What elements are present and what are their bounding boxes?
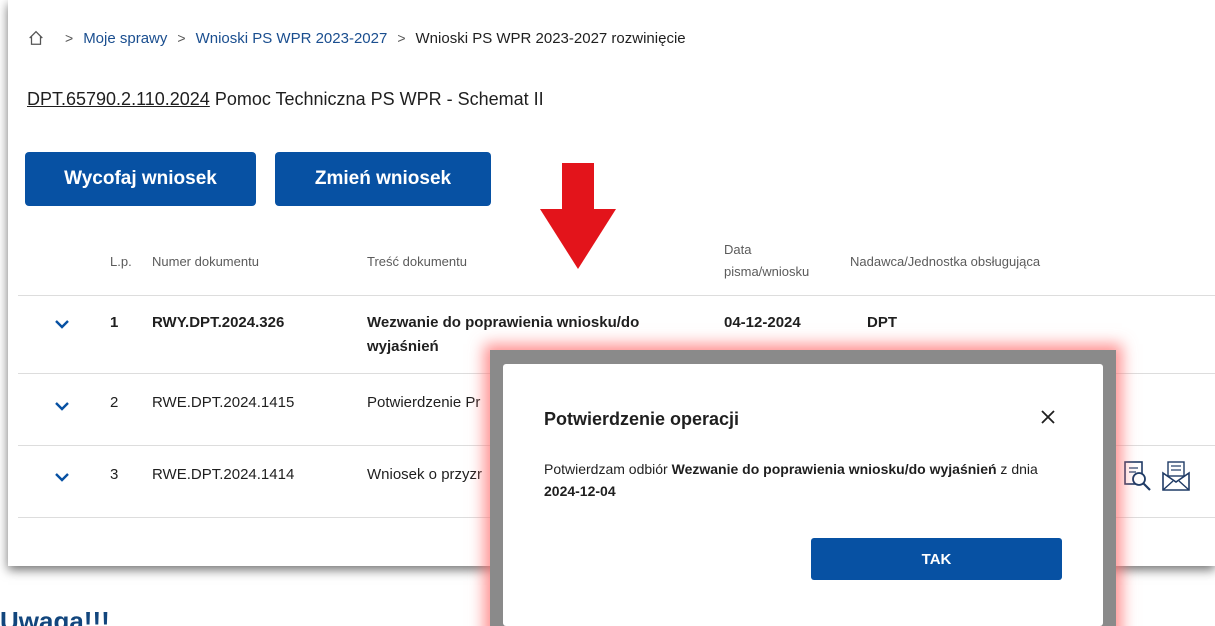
row-divider <box>18 295 1215 296</box>
search-document-icon[interactable] <box>1120 459 1154 493</box>
breadcrumb-separator: > <box>177 30 186 46</box>
header-document-content: Treść dokumentu <box>367 254 467 269</box>
case-header: DPT.65790.2.110.2024 Pomoc Techniczna PS… <box>27 89 544 110</box>
dialog-document-name: Wezwanie do poprawienia wniosku/do wyjaś… <box>671 461 997 477</box>
breadcrumb-current: Wnioski PS WPR 2023-2027 rozwinięcie <box>415 29 686 47</box>
dialog-message-prefix: Potwierdzam odbiór <box>544 461 672 477</box>
chevron-down-icon[interactable] <box>54 401 70 411</box>
header-date-line1: Data <box>724 242 752 257</box>
header-lp: L.p. <box>110 254 132 269</box>
row1-sender: DPT <box>867 314 897 331</box>
warning-heading: Uwaga!!! <box>0 606 110 626</box>
chevron-down-icon[interactable] <box>54 472 70 482</box>
breadcrumb: > Moje sprawy > Wnioski PS WPR 2023-2027… <box>27 27 686 49</box>
dialog-message-mid: z dnia <box>996 461 1038 477</box>
red-arrow-annotation <box>540 163 616 269</box>
row3-document-number: RWE.DPT.2024.1414 <box>152 466 295 483</box>
case-title: Pomoc Techniczna PS WPR - Schemat II <box>214 89 544 109</box>
confirmation-dialog: Potwierdzenie operacji Potwierdzam odbió… <box>503 364 1103 626</box>
row1-lp: 1 <box>110 314 119 331</box>
row1-document-number: RWY.DPT.2024.326 <box>152 314 285 331</box>
dialog-message: Potwierdzam odbiór Wezwanie do poprawien… <box>544 458 1064 502</box>
page: > Moje sprawy > Wnioski PS WPR 2023-2027… <box>0 0 1215 626</box>
row2-lp: 2 <box>110 394 119 411</box>
confirm-tak-button[interactable]: TAK <box>811 538 1062 580</box>
change-application-button[interactable]: Zmień wniosek <box>275 152 491 206</box>
row3-lp: 3 <box>110 466 119 483</box>
breadcrumb-separator: > <box>397 30 406 46</box>
row2-content: Potwierdzenie Pr <box>367 394 481 411</box>
header-sender: Nadawca/Jednostka obsługująca <box>850 254 1041 269</box>
row1-content-line2: wyjaśnień <box>367 338 439 355</box>
case-number-link[interactable]: DPT.65790.2.110.2024 <box>27 89 210 109</box>
row1-content-line1: Wezwanie do poprawienia wniosku/do <box>367 314 640 331</box>
dialog-title: Potwierdzenie operacji <box>544 409 740 429</box>
breadcrumb-moje-sprawy[interactable]: Moje sprawy <box>83 30 167 47</box>
chevron-down-icon[interactable] <box>54 319 70 329</box>
row3-content: Wniosek o przyzr <box>367 466 483 483</box>
home-icon[interactable] <box>27 29 45 47</box>
breadcrumb-separator: > <box>65 30 74 46</box>
header-date-line2: pisma/wniosku <box>724 264 810 279</box>
breadcrumb-wnioski[interactable]: Wnioski PS WPR 2023-2027 <box>196 30 388 47</box>
envelope-icon[interactable] <box>1159 459 1193 493</box>
dialog-document-date: 2024-12-04 <box>544 483 616 499</box>
header-document-number: Numer dokumentu <box>152 254 259 269</box>
withdraw-application-button[interactable]: Wycofaj wniosek <box>25 152 256 206</box>
row1-date: 04-12-2024 <box>724 314 801 331</box>
row2-document-number: RWE.DPT.2024.1415 <box>152 394 295 411</box>
close-icon[interactable] <box>1037 406 1059 428</box>
